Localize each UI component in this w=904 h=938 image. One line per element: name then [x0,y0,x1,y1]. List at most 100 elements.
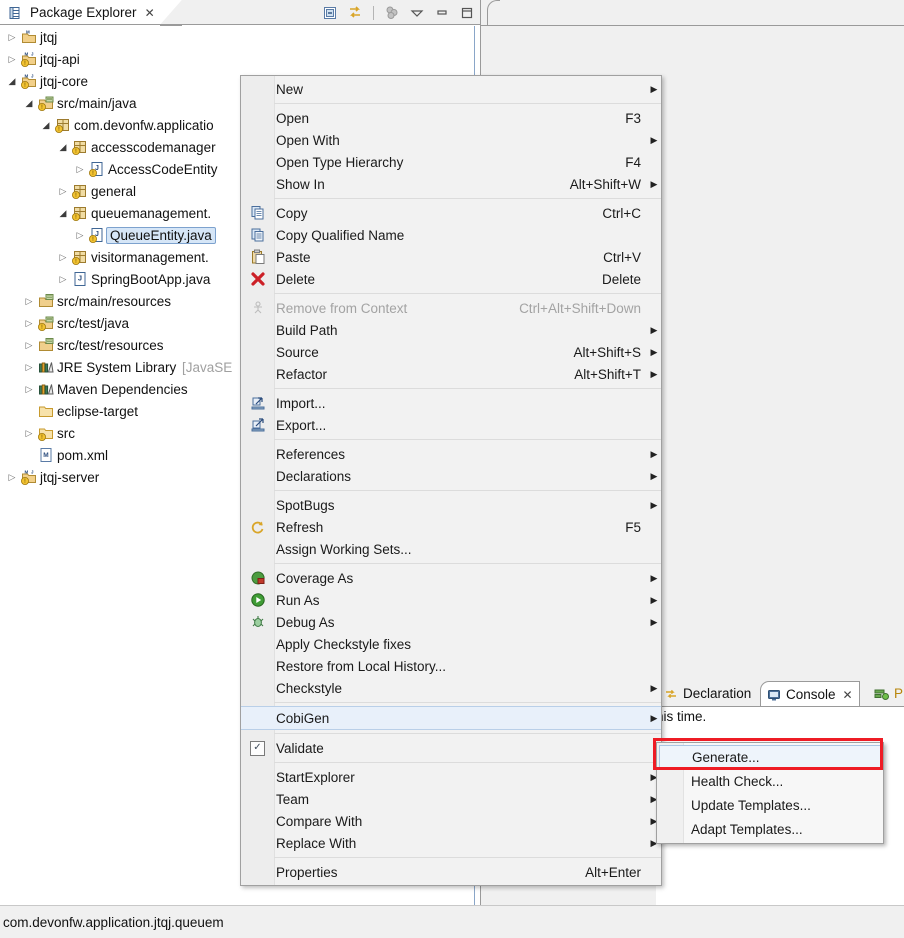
expand-twisty-icon[interactable]: ▷ [4,26,20,48]
maven-project-folder-icon: M [20,29,38,45]
menu-item-validate[interactable]: ✓ Validate [241,737,661,759]
submenu-item-update-templates[interactable]: Update Templates... [657,793,883,817]
menu-item-paste[interactable]: Paste Ctrl+V [241,246,661,268]
expand-twisty-icon[interactable]: ▷ [72,224,88,246]
submenu-item-adapt-templates[interactable]: Adapt Templates... [657,817,883,841]
collapse-twisty-icon[interactable]: ◢ [21,92,37,114]
menu-item-copy[interactable]: Copy Ctrl+C [241,202,661,224]
menu-item-debug-as[interactable]: Debug As ▶ [241,611,661,633]
tree-item-label: src/main/resources [57,293,172,309]
menu-separator [274,762,661,763]
submenu-arrow-icon: ▶ [650,712,658,723]
tab-package-explorer[interactable]: Package Explorer ✕ [0,0,166,26]
expand-twisty-icon[interactable]: ▷ [21,356,37,378]
menu-item-label: Assign Working Sets... [276,541,412,557]
tree-item[interactable]: ▷ M J! jtqj-api [0,48,474,70]
menu-item-declarations[interactable]: Declarations ▶ [241,465,661,487]
menu-item-label: Open [276,110,310,126]
context-menu[interactable]: New ▶ Open F3 Open With ▶ Open Type Hierarchy F… [240,75,662,886]
tree-item-label-suffix: [JavaSE [178,359,233,375]
collapse-all-icon[interactable] [321,4,339,22]
tree-item-label: AccessCodeEntity [108,161,218,177]
submenu-item-label: Adapt Templates... [691,821,803,837]
maximize-icon[interactable] [458,4,476,22]
menu-item-spotbugs[interactable]: SpotBugs ▶ [241,494,661,516]
menu-item-cobigen[interactable]: CobiGen ▶ [241,706,661,730]
menu-item-build-path[interactable]: Build Path ▶ [241,319,661,341]
menu-item-open-type-hierarchy[interactable]: Open Type Hierarchy F4 [241,151,661,173]
expand-twisty-icon[interactable]: ▷ [4,48,20,70]
menu-item-delete[interactable]: Delete Delete [241,268,661,290]
collapse-twisty-icon[interactable]: ◢ [55,136,71,158]
collapse-twisty-icon[interactable]: ◢ [38,114,54,136]
view-filter-icon[interactable] [383,4,401,22]
folder-warning-icon: ! [37,425,55,441]
close-icon[interactable]: ✕ [843,688,853,702]
expand-twisty-icon[interactable]: ▷ [21,334,37,356]
expand-twisty-icon[interactable]: ▷ [72,158,88,180]
menu-item-compare-with[interactable]: Compare With ▶ [241,810,661,832]
export-icon [241,417,274,433]
expand-twisty-icon[interactable]: ▷ [21,312,37,334]
submenu-item-health-check[interactable]: Health Check... [657,769,883,793]
menu-item-accelerator: F3 [625,110,641,126]
tree-item-label: src/test/resources [57,337,164,353]
menu-item-coverage-as[interactable]: Coverage As ▶ [241,567,661,589]
menu-item-refactor[interactable]: Refactor Alt+Shift+T ▶ [241,363,661,385]
expand-twisty-icon[interactable]: ▷ [21,422,37,444]
svg-text:M: M [43,452,48,459]
submenu-item-generate[interactable]: Generate... [659,745,881,769]
submenu-item-label: Update Templates... [691,797,811,813]
menu-item-restore-from-local-history[interactable]: Restore from Local History... [241,655,661,677]
tab-progress[interactable]: P [868,681,904,706]
menu-item-open-with[interactable]: Open With ▶ [241,129,661,151]
minimize-icon[interactable] [433,4,451,22]
collapse-twisty-icon[interactable]: ◢ [4,70,20,92]
menu-item-copy-qualified-name[interactable]: Copy Qualified Name [241,224,661,246]
expand-twisty-icon[interactable]: ▷ [55,246,71,268]
expand-twisty-icon[interactable]: ▷ [21,290,37,312]
expand-twisty-icon[interactable]: ▷ [55,180,71,202]
tab-declaration[interactable]: Declaration [658,681,757,706]
package-explorer-icon [6,6,24,20]
paste-icon [241,249,274,265]
menu-item-references[interactable]: References ▶ [241,443,661,465]
java-file-warning-icon: J! [88,227,106,243]
menu-item-checkstyle[interactable]: Checkstyle ▶ [241,677,661,699]
link-with-editor-icon[interactable] [346,4,364,22]
submenu-arrow-icon: ▶ [650,499,658,510]
menu-item-label: Checkstyle [276,680,343,696]
menu-item-label: Refresh [276,519,324,535]
tree-item-label: visitormanagement. [91,249,209,265]
menu-item-label: Build Path [276,322,338,338]
menu-item-apply-checkstyle-fixes[interactable]: Apply Checkstyle fixes [241,633,661,655]
tree-item-label: src/main/java [57,95,137,111]
menu-item-assign-working-sets[interactable]: Assign Working Sets... [241,538,661,560]
menu-item-new[interactable]: New ▶ [241,78,661,100]
menu-item-refresh[interactable]: Refresh F5 [241,516,661,538]
submenu-arrow-icon: ▶ [650,448,658,459]
menu-item-source[interactable]: Source Alt+Shift+S ▶ [241,341,661,363]
menu-item-team[interactable]: Team ▶ [241,788,661,810]
menu-separator [274,702,661,703]
status-bar: com.devonfw.application.jtqj.queuem [0,905,904,938]
tab-console[interactable]: Console ✕ [760,681,860,707]
view-menu-icon[interactable] [408,4,426,22]
collapse-twisty-icon[interactable]: ◢ [55,202,71,224]
expand-twisty-icon[interactable]: ▷ [55,268,71,290]
menu-item-export[interactable]: Export... [241,414,661,436]
menu-item-open[interactable]: Open F3 [241,107,661,129]
close-icon[interactable]: ✕ [145,6,155,20]
expand-twisty-icon[interactable]: ▷ [4,466,20,488]
menu-item-replace-with[interactable]: Replace With ▶ [241,832,661,854]
menu-item-import[interactable]: Import... [241,392,661,414]
expand-twisty-icon[interactable]: ▷ [21,378,37,400]
menu-item-startexplorer[interactable]: StartExplorer ▶ [241,766,661,788]
tree-item[interactable]: ▷ Mjtqj [0,26,474,48]
tree-item-label: com.devonfw.applicatio [74,117,214,133]
menu-item-run-as[interactable]: Run As ▶ [241,589,661,611]
cobigen-submenu[interactable]: Generate... Health Check... Update Templat… [656,742,884,844]
menu-item-properties[interactable]: Properties Alt+Enter [241,861,661,883]
menu-item-show-in[interactable]: Show In Alt+Shift+W ▶ [241,173,661,195]
menu-item-remove-from-context: Remove from Context Ctrl+Alt+Shift+Down [241,297,661,319]
